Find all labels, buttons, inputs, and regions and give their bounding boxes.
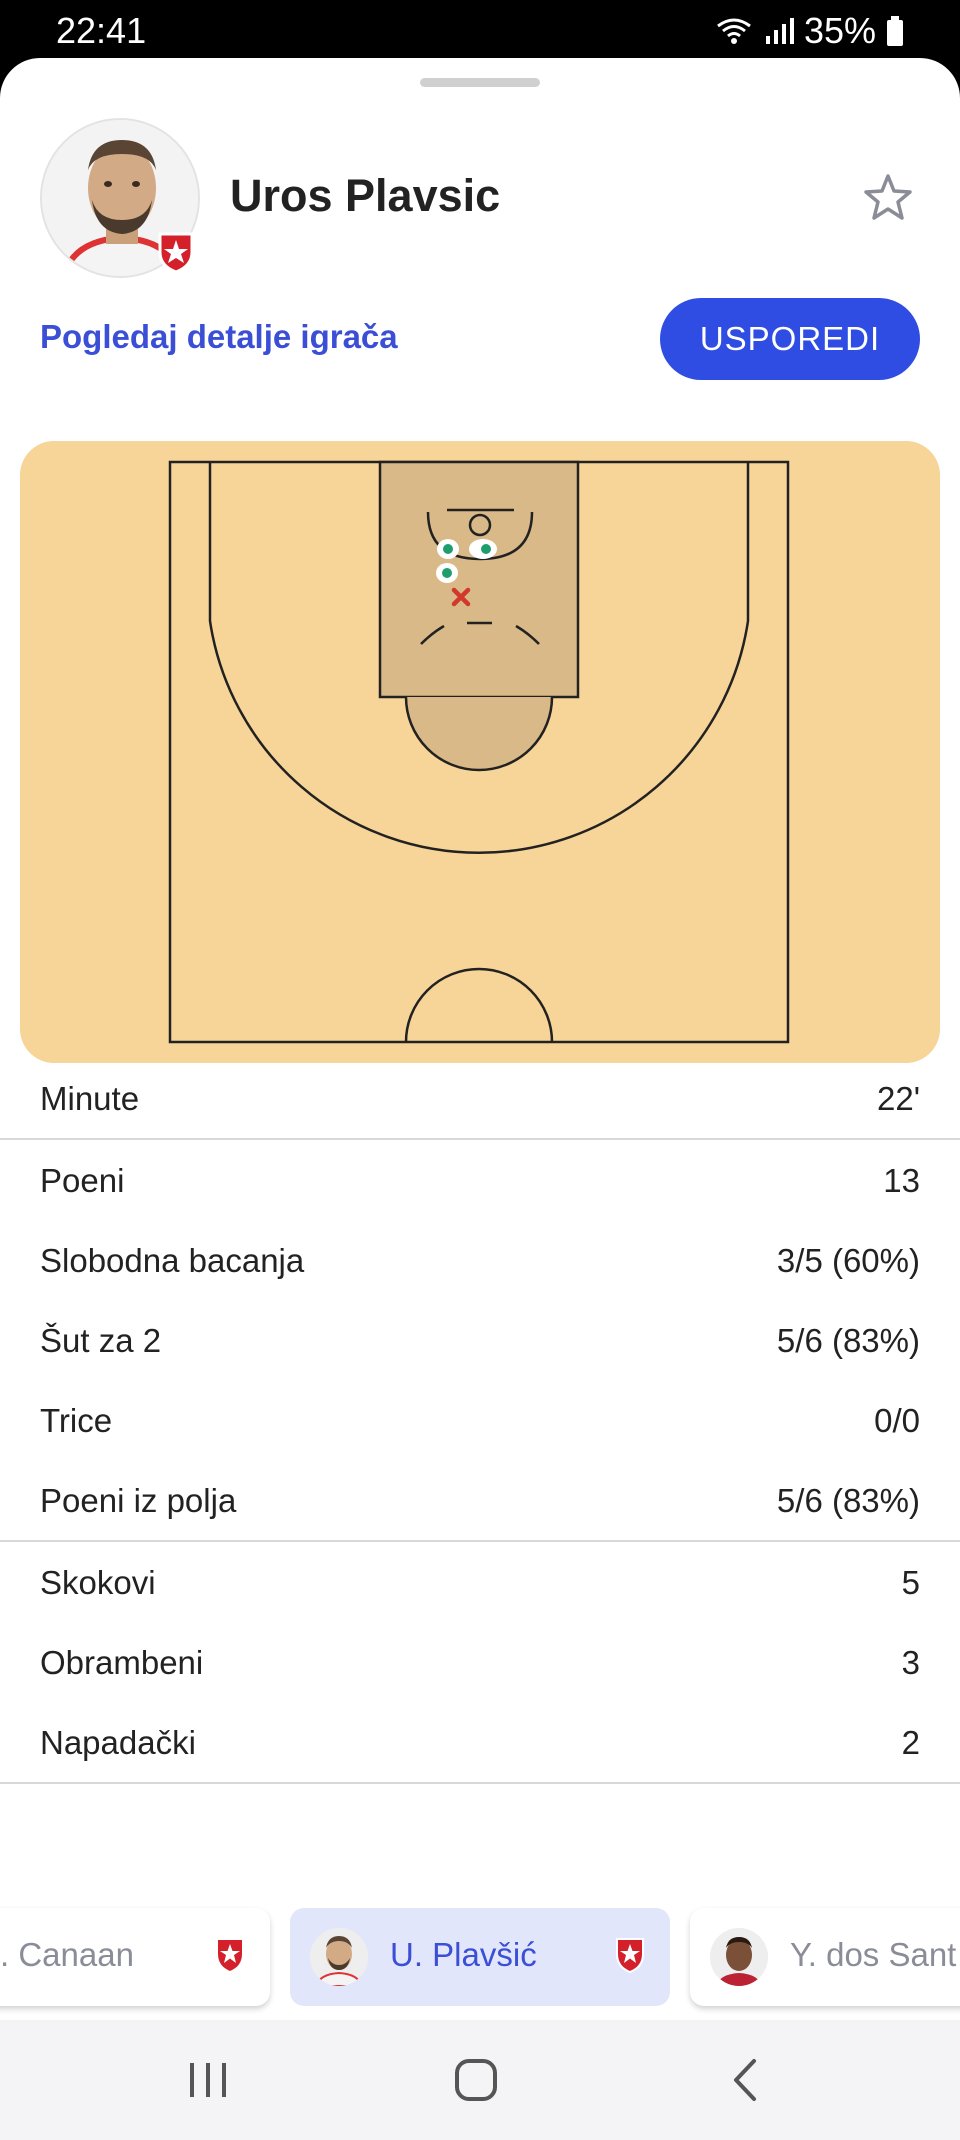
player-chip-name: Y. dos Sant xyxy=(790,1936,957,1973)
drag-handle[interactable] xyxy=(420,78,540,87)
stat-value: 3 xyxy=(901,1644,920,1681)
stat-label: Napadački xyxy=(40,1724,196,1761)
stats-list: Minute 22' Poeni 13 Slobodna bacanja 3/5… xyxy=(0,1078,960,1784)
stat-value: 3/5 (60%) xyxy=(776,1242,920,1279)
stat-row-free-throws: Slobodna bacanja 3/5 (60%) xyxy=(0,1220,960,1300)
stat-label: Trice xyxy=(40,1402,113,1439)
stat-label: Skokovi xyxy=(40,1564,156,1601)
stat-label: Slobodna bacanja xyxy=(40,1242,305,1279)
system-nav-bar xyxy=(0,2020,960,2140)
status-time: 22:41 xyxy=(56,10,147,51)
battery-icon xyxy=(887,16,903,46)
stat-row-defensive-rebounds: Obrambeni 3 xyxy=(0,1622,960,1702)
player-chip-name: . Canaan xyxy=(0,1936,134,1973)
star-outline-icon[interactable] xyxy=(862,172,914,224)
player-name: Uros Plavsic xyxy=(230,170,501,221)
compare-button[interactable]: USPOREDI xyxy=(660,298,920,380)
stat-value: 0/0 xyxy=(874,1402,920,1439)
shot-chart xyxy=(20,441,940,1063)
back-icon[interactable] xyxy=(716,2055,776,2105)
wifi-icon xyxy=(717,18,751,44)
player-chip[interactable]: Y. dos Sant xyxy=(690,1908,960,2006)
stat-row-points: Poeni 13 xyxy=(0,1140,960,1220)
player-chip-name: U. Plavšić xyxy=(390,1936,537,1973)
status-bar: 22:41 35% xyxy=(0,0,960,58)
stat-row-two-pointers: Šut za 2 5/6 (83%) xyxy=(0,1300,960,1380)
red-star-crest-icon xyxy=(216,1938,244,1974)
stat-row-offensive-rebounds: Napadački 2 xyxy=(0,1702,960,1782)
player-chip-avatar xyxy=(710,1928,768,1986)
stat-value: 2 xyxy=(901,1724,920,1761)
free-throw-circle xyxy=(404,696,554,772)
stat-row-three-pointers: Trice 0/0 xyxy=(0,1380,960,1460)
made-shot-2 xyxy=(469,539,497,559)
stat-value: 22' xyxy=(876,1080,920,1117)
stat-label: Šut za 2 xyxy=(40,1322,162,1359)
player-chip[interactable]: . Canaan xyxy=(0,1908,270,2006)
player-selector: . Canaan U. Plavšić Y. dos Sant xyxy=(0,1894,960,2020)
home-icon[interactable] xyxy=(446,2055,506,2105)
player-sheet: Uros Plavsic Pogledaj detalje igrača USP… xyxy=(0,58,960,2020)
court-diagram xyxy=(168,460,790,1044)
made-shot-3 xyxy=(436,563,458,583)
stat-label: Obrambeni xyxy=(40,1644,204,1681)
signal-icon xyxy=(765,18,794,44)
center-circle xyxy=(404,967,554,1043)
stat-label: Poeni xyxy=(40,1162,125,1199)
recents-icon[interactable] xyxy=(178,2055,238,2105)
made-shot-1 xyxy=(437,539,459,559)
red-star-crest-icon xyxy=(158,232,194,274)
stat-row-field-goals: Poeni iz polja 5/6 (83%) xyxy=(0,1460,960,1540)
stat-row-minutes: Minute 22' xyxy=(0,1058,960,1138)
stat-label: Minute xyxy=(40,1080,140,1117)
stat-value: 5 xyxy=(901,1564,920,1601)
stat-label: Poeni iz polja xyxy=(40,1482,237,1519)
stat-value: 5/6 (83%) xyxy=(776,1322,920,1359)
red-star-crest-icon xyxy=(616,1938,644,1974)
stat-value: 13 xyxy=(883,1162,920,1199)
player-details-link[interactable]: Pogledaj detalje igrača xyxy=(40,318,398,356)
player-chip-avatar xyxy=(310,1928,368,1986)
status-icons: 35% xyxy=(714,10,904,52)
battery-percent: 35% xyxy=(803,10,876,51)
player-chip-active[interactable]: U. Plavšić xyxy=(290,1908,670,2006)
stat-value: 5/6 (83%) xyxy=(776,1482,920,1519)
stat-row-rebounds: Skokovi 5 xyxy=(0,1542,960,1622)
paint-area xyxy=(378,460,580,699)
divider xyxy=(0,1782,960,1784)
